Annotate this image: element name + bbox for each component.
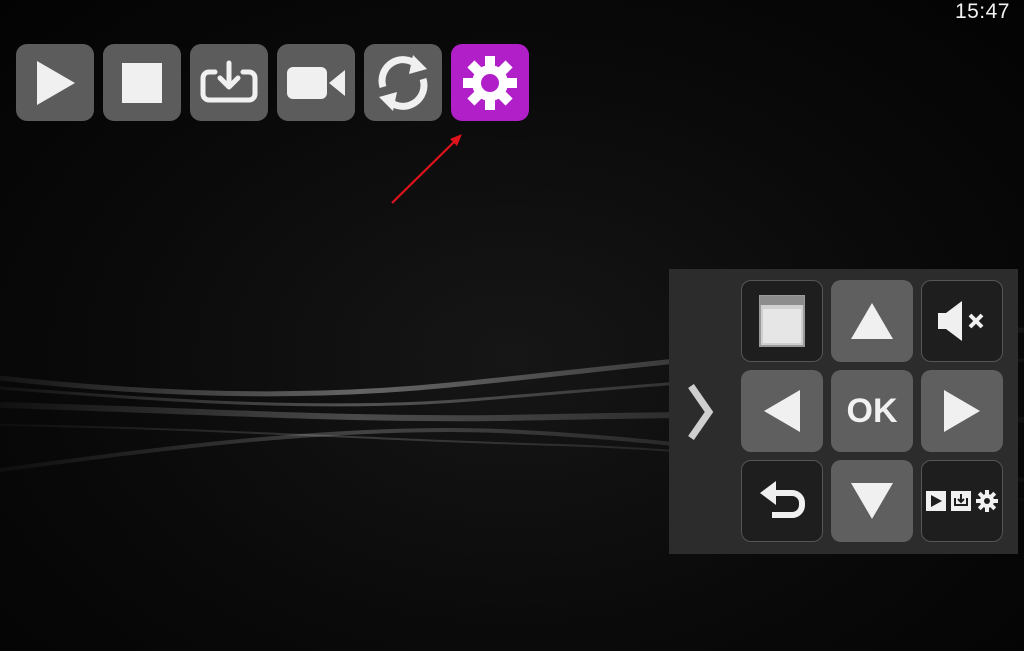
stop-button[interactable] bbox=[103, 44, 181, 121]
up-button[interactable] bbox=[831, 280, 913, 362]
refresh-button[interactable] bbox=[364, 44, 442, 121]
right-button[interactable] bbox=[921, 370, 1003, 452]
back-arrow-icon bbox=[760, 481, 805, 518]
install-tray-icon bbox=[200, 60, 258, 102]
back-button[interactable] bbox=[741, 460, 823, 542]
top-toolbar bbox=[16, 44, 529, 121]
mute-button[interactable] bbox=[921, 280, 1003, 362]
mini-toolbar-icon bbox=[926, 490, 998, 512]
gear-icon bbox=[463, 55, 517, 110]
arrow-left-icon bbox=[764, 390, 800, 432]
window-icon bbox=[759, 295, 805, 347]
status-clock: 15:47 bbox=[954, 0, 1010, 23]
play-button[interactable] bbox=[16, 44, 94, 121]
settings-button[interactable] bbox=[451, 44, 529, 121]
toolbar-toggle-button[interactable] bbox=[921, 460, 1003, 542]
record-button[interactable] bbox=[277, 44, 355, 121]
screen: 15:47 OK bbox=[0, 0, 1024, 651]
refresh-icon bbox=[378, 54, 428, 111]
arrow-down-icon bbox=[851, 483, 893, 519]
arrow-up-icon bbox=[851, 303, 893, 339]
chevron-right-icon bbox=[688, 384, 714, 440]
left-button[interactable] bbox=[741, 370, 823, 452]
mute-icon bbox=[938, 301, 984, 341]
collapse-panel-button[interactable] bbox=[683, 381, 717, 443]
stop-icon bbox=[122, 62, 162, 103]
ok-label: OK bbox=[846, 391, 898, 430]
ok-button[interactable]: OK bbox=[831, 370, 913, 452]
install-button[interactable] bbox=[190, 44, 268, 121]
remote-control-panel: OK bbox=[669, 269, 1018, 554]
play-icon bbox=[37, 60, 75, 105]
menu-button[interactable] bbox=[741, 280, 823, 362]
video-camera-icon bbox=[287, 66, 345, 99]
arrow-right-icon bbox=[944, 390, 980, 432]
down-button[interactable] bbox=[831, 460, 913, 542]
